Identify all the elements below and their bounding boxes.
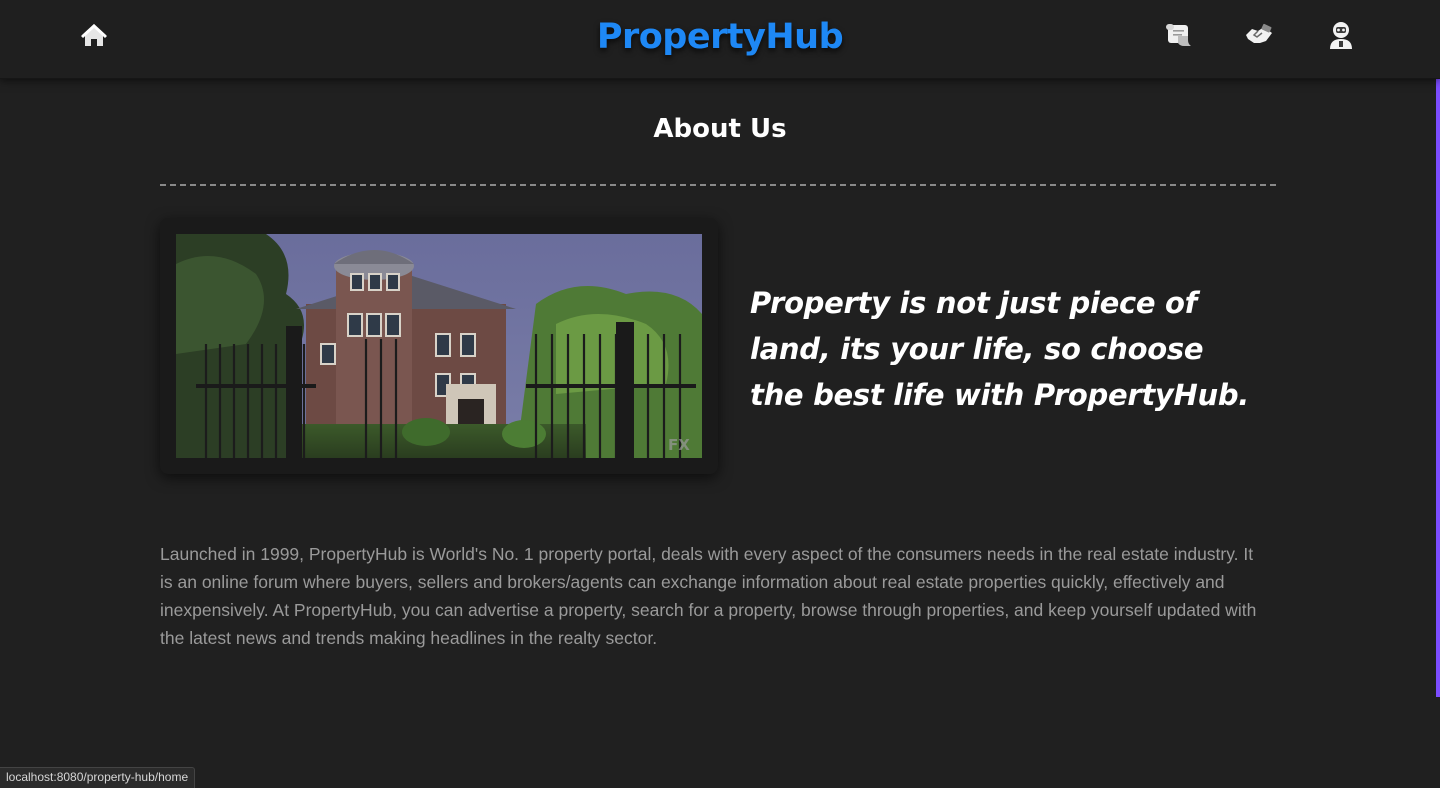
scrollbar-accent <box>1436 0 1440 697</box>
page-title: About Us <box>653 114 787 144</box>
page: PropertyHub About Us FX Property is not … <box>0 0 1440 788</box>
image-card: FX <box>160 218 718 474</box>
tagline: Property is not just piece of land, its … <box>750 286 1249 412</box>
dashed-divider <box>160 184 1276 186</box>
about-description: Launched in 1999, PropertyHub is World's… <box>160 544 1257 648</box>
user-icon <box>1327 20 1355 55</box>
status-bar-url: localhost:8080/property-hub/home <box>0 767 196 788</box>
mansion-photo: FX <box>176 234 702 458</box>
photo-watermark: FX <box>668 436 690 454</box>
brand-logo[interactable]: PropertyHub <box>0 17 1440 57</box>
listings-button[interactable] <box>1164 22 1194 52</box>
top-navbar: PropertyHub <box>0 0 1440 79</box>
handshake-icon <box>1244 23 1274 52</box>
account-button[interactable] <box>1326 20 1356 55</box>
deals-button[interactable] <box>1244 22 1274 52</box>
scroll-icon <box>1164 22 1194 53</box>
